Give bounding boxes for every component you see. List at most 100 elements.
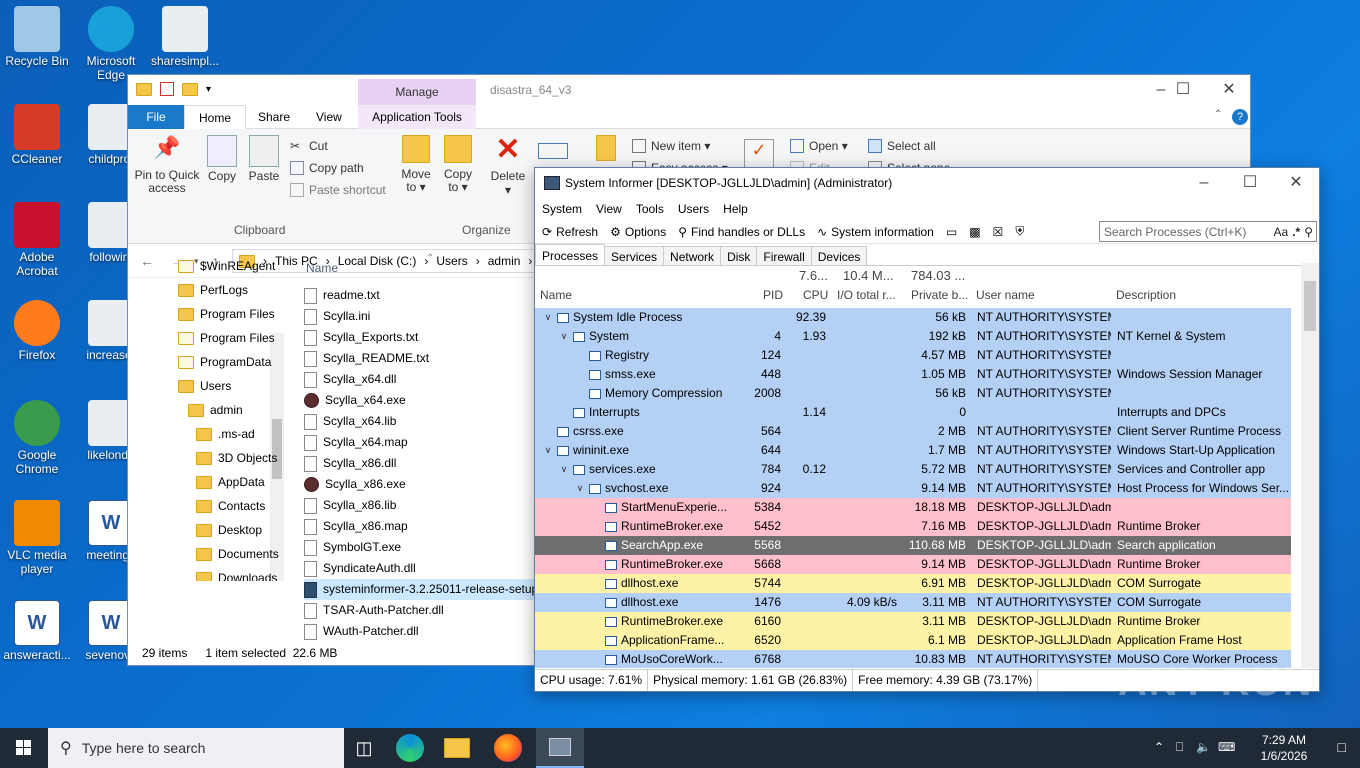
menu-system[interactable]: System <box>542 202 582 216</box>
task-view-icon[interactable]: ◫ <box>350 734 378 762</box>
manage-contextual-tab[interactable]: Manage <box>358 79 476 105</box>
paste-button[interactable]: Paste <box>246 135 282 183</box>
nav-item[interactable]: Program Files <box>178 327 275 349</box>
new-item-button[interactable]: New item ▾ <box>632 139 710 153</box>
tab-home[interactable]: Home <box>184 105 247 129</box>
move-to-button[interactable]: Move to ▾ <box>396 135 436 194</box>
process-row[interactable]: ∨ wininit.exe 644 1.7 MB NT AUTHORITY\SYSTEM… <box>535 441 1291 460</box>
help-icon[interactable]: ? <box>1232 109 1248 125</box>
nav-item[interactable]: .ms-ad <box>196 423 255 445</box>
process-row[interactable]: ∨ System 4 1.93 192 kB NT AUTHORITY\SYSTEM NT … <box>535 327 1291 346</box>
menu-help[interactable]: Help <box>723 202 748 216</box>
ribbon-collapse-icon[interactable]: ⌃ <box>1214 109 1222 120</box>
nav-item[interactable]: admin <box>188 399 243 421</box>
desktop-icon[interactable]: VLC media player <box>0 500 74 576</box>
shield-icon[interactable]: ⛨ <box>1015 224 1024 239</box>
options-button[interactable]: ⚙ Options <box>610 225 666 239</box>
nav-item[interactable]: AppData <box>196 471 265 493</box>
process-row[interactable]: StartMenuExperie... 5384 18.18 MB DESKTOP-J… <box>535 498 1291 517</box>
si-maximize-button[interactable]: ☐ <box>1227 168 1273 198</box>
si-close-button[interactable]: ✕ <box>1273 168 1319 198</box>
close-button[interactable]: ✕ <box>1206 75 1252 105</box>
tab-processes[interactable]: Processes <box>535 244 606 265</box>
nav-item[interactable]: 3D Objects <box>196 447 277 469</box>
file-list-item[interactable]: Scylla_x64.lib <box>304 411 538 432</box>
col-user-name[interactable]: User name <box>976 288 1035 302</box>
nav-item[interactable]: Documents <box>196 543 279 565</box>
window-icon[interactable]: ▭ <box>946 225 957 239</box>
expand-chevron-icon[interactable]: ∨ <box>559 327 569 346</box>
file-list-item[interactable]: Scylla_x64.exe <box>304 390 538 411</box>
file-list-item[interactable]: Scylla_x86.lib <box>304 495 538 516</box>
process-row[interactable]: SearchApp.exe 5568 110.68 MB DESKTOP-JGLLJL… <box>535 536 1291 555</box>
process-row[interactable]: RuntimeBroker.exe 5668 9.14 MB DESKTOP-JGLL… <box>535 555 1291 574</box>
keyboard-icon[interactable]: ⌨ <box>1218 740 1235 754</box>
process-row[interactable]: RuntimeBroker.exe 6160 3.11 MB DESKTOP-JGLL… <box>535 612 1291 631</box>
properties-icon[interactable] <box>160 82 174 96</box>
system-information-button[interactable]: ∿ System information <box>817 225 934 239</box>
network-icon[interactable]: ⎕ <box>1176 740 1183 755</box>
nav-item[interactable]: Program Files <box>178 303 275 325</box>
copy-to-button[interactable]: Copy to ▾ <box>438 135 478 194</box>
folder-icon[interactable] <box>136 82 152 96</box>
file-list-item[interactable]: Scylla.ini <box>304 306 538 327</box>
tray-chevron-icon[interactable]: ⌃ <box>1154 740 1164 754</box>
col-private-bytes[interactable]: Private b... <box>911 288 968 302</box>
start-button[interactable] <box>0 728 48 768</box>
desktop-icon[interactable]: sharesimpl... <box>148 6 222 68</box>
process-row[interactable]: dllhost.exe 5744 6.91 MB DESKTOP-JGLLJLD\ad… <box>535 574 1291 593</box>
pin-quick-access-button[interactable]: 📌 Pin to Quick access <box>134 135 200 195</box>
tab-view[interactable]: View <box>302 105 356 129</box>
regex-toggle[interactable]: .* <box>1292 225 1300 239</box>
process-row[interactable]: RuntimeBroker.exe 5452 7.16 MB DESKTOP-JGLL… <box>535 517 1291 536</box>
nav-item[interactable]: ProgramData <box>178 351 271 373</box>
process-scrollbar[interactable] <box>1301 263 1319 668</box>
process-row[interactable]: smss.exe 448 1.05 MB NT AUTHORITY\SYSTEM Win… <box>535 365 1291 384</box>
expand-chevron-icon[interactable]: ∨ <box>543 308 553 327</box>
file-list-item[interactable]: SyndicateAuth.dll <box>304 558 538 579</box>
process-row[interactable]: Registry 124 4.57 MB NT AUTHORITY\SYSTEM <box>535 346 1291 365</box>
process-row[interactable]: Interrupts 1.14 0 Interrupts and DPCs <box>535 403 1291 422</box>
search-icon[interactable]: ⚲ <box>1304 225 1313 239</box>
process-row[interactable]: ApplicationFrame... 6520 6.1 MB DESKTOP-JGL… <box>535 631 1291 650</box>
menu-users[interactable]: Users <box>678 202 709 216</box>
desktop-icon[interactable]: CCleaner <box>0 104 74 166</box>
search-processes-input[interactable]: Search Processes (Ctrl+K) Aa .* ⚲ <box>1099 221 1317 242</box>
process-row[interactable]: Memory Compression 2008 56 kB NT AUTHORITY\… <box>535 384 1291 403</box>
tab-application-tools[interactable]: Application Tools <box>358 105 476 129</box>
tab-share[interactable]: Share <box>244 105 304 129</box>
col-pid[interactable]: PID <box>763 288 783 302</box>
expand-chevron-icon[interactable]: ∨ <box>543 441 553 460</box>
find-handles-button[interactable]: ⚲ Find handles or DLLs <box>678 225 805 239</box>
cut-button[interactable]: ✂ Cut <box>290 139 328 153</box>
file-list-item[interactable]: readme.txt <box>304 285 538 306</box>
file-list-item[interactable]: Scylla_Exports.txt <box>304 327 538 348</box>
process-row[interactable]: ∨ services.exe 784 0.12 5.72 MB NT AUTHORITY\… <box>535 460 1291 479</box>
file-list-item[interactable]: Scylla_README.txt <box>304 348 538 369</box>
copy-path-button[interactable]: Copy path <box>290 161 364 175</box>
refresh-button[interactable]: ⟳ Refresh <box>542 225 598 239</box>
col-name[interactable]: Name <box>540 288 572 302</box>
desktop-icon[interactable]: Microsoft Edge <box>74 6 148 82</box>
firefox-taskbar-icon[interactable] <box>494 734 522 762</box>
nav-item[interactable]: PerfLogs <box>178 279 248 301</box>
terminate-icon[interactable]: ☒ <box>993 225 1004 239</box>
file-list-item[interactable]: systeminformer-3.2.25011-release-setup <box>304 579 538 600</box>
file-explorer-taskbar-icon[interactable] <box>444 734 472 762</box>
taskbar-search-box[interactable]: ⚲ Type here to search <box>48 728 344 768</box>
nav-item[interactable]: Desktop <box>196 519 262 541</box>
file-list-item[interactable]: Scylla_x64.dll <box>304 369 538 390</box>
notification-icon[interactable]: □ <box>1338 739 1346 755</box>
tab-file[interactable]: File <box>128 105 184 129</box>
maximize-button[interactable]: ☐ <box>1160 75 1206 105</box>
col-description[interactable]: Description <box>1116 288 1176 302</box>
file-list-item[interactable]: WAuth-Patcher.dll <box>304 621 538 642</box>
process-row[interactable]: dllhost.exe 1476 4.09 kB/s 3.11 MB NT AUTHOR… <box>535 593 1291 612</box>
new-folder-button[interactable] <box>594 135 618 166</box>
desktop-icon[interactable]: Wansweracti... <box>0 600 74 662</box>
copy-button[interactable]: Copy <box>204 135 240 183</box>
file-list-item[interactable]: Scylla_x86.dll <box>304 453 538 474</box>
menu-view[interactable]: View <box>596 202 622 216</box>
edge-taskbar-icon[interactable] <box>396 734 424 762</box>
expand-chevron-icon[interactable]: ∨ <box>559 460 569 479</box>
